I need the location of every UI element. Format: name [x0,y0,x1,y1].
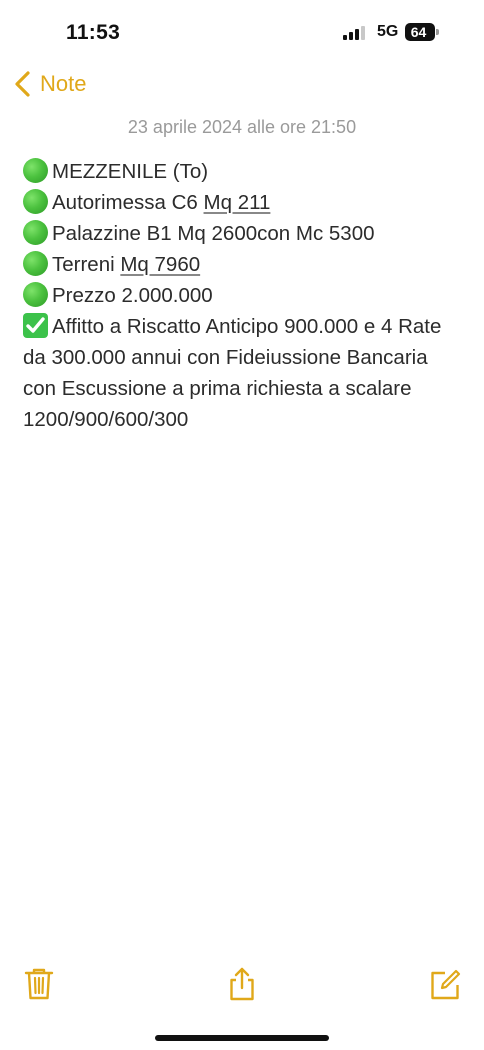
network-type-label: 5G [377,23,399,40]
delete-button[interactable] [22,966,56,1002]
note-line-text: Palazzine B1 Mq 2600con Mc 5300 [52,222,375,245]
chevron-left-icon [15,71,30,97]
note-line: MEZZENILE (To) [23,156,463,187]
green-circle-icon [23,189,48,214]
note-line-text: Affitto a Riscatto Anticipo 900.000 e 4 … [23,315,442,431]
note-line: Autorimessa C6 Mq 211 [23,187,463,218]
note-line-text: Terreni [52,253,121,276]
cellular-signal-icon [343,26,369,40]
trash-icon [24,968,54,1000]
battery-cap [436,29,439,35]
battery-icon: 64 [405,23,435,41]
home-indicator[interactable] [155,1035,329,1041]
share-icon [230,967,254,1001]
green-circle-icon [23,251,48,276]
note-line: Terreni Mq 7960 [23,249,463,280]
back-button[interactable]: Note [14,68,86,100]
compose-button[interactable] [428,966,462,1002]
status-time: 11:53 [66,21,121,44]
green-circle-icon [23,282,48,307]
note-line-text: MEZZENILE (To) [52,160,209,183]
detected-measurement-link[interactable]: Mq 7960 [120,253,200,276]
note-line-text: Autorimessa C6 [52,191,204,214]
detected-measurement-link[interactable]: Mq 211 [204,191,271,214]
green-circle-icon [23,158,48,183]
battery-level: 64 [410,24,427,40]
check-mark-button-icon [23,313,48,338]
note-line: Affitto a Riscatto Anticipo 900.000 e 4 … [23,311,463,435]
status-bar: 11:53 5G 64 [0,0,484,60]
note-body[interactable]: MEZZENILE (To) Autorimessa C6 Mq 211 Pal… [23,156,463,435]
note-line: Palazzine B1 Mq 2600con Mc 5300 [23,218,463,249]
notes-screen: 11:53 5G 64 Note 23 aprile 2024 alle ore… [0,0,484,1050]
note-date: 23 aprile 2024 alle ore 21:50 [127,117,357,137]
note-line: Prezzo 2.000.000 [23,280,463,311]
note-line-text: Prezzo 2.000.000 [52,284,213,307]
back-button-label: Note [40,71,87,96]
green-circle-icon [23,220,48,245]
share-button[interactable] [225,966,259,1002]
compose-icon [431,969,461,1000]
